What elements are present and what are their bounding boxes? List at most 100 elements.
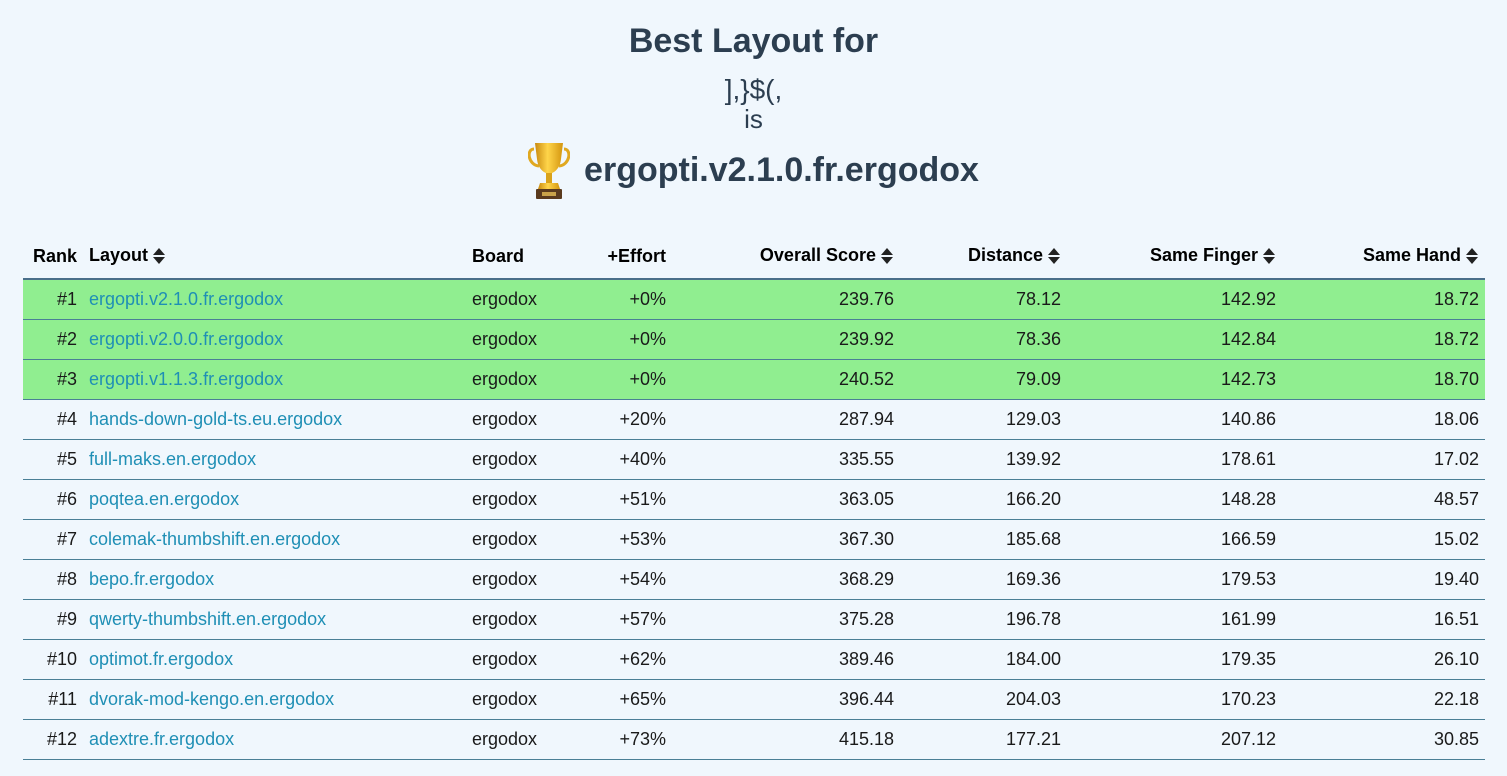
layout-cell[interactable]: hands-down-gold-ts.eu.ergodox [83, 399, 466, 440]
table-row: #4 hands-down-gold-ts.eu.ergodox ergodox +2… [23, 399, 1485, 440]
layout-cell[interactable]: full-maks.en.ergodox [83, 439, 466, 480]
rank-cell: #11 [23, 679, 83, 720]
column-header-same-hand[interactable]: Same Hand [1282, 234, 1485, 280]
table-row: #8 bepo.fr.ergodox ergodox +54% 368.29 169.36… [23, 559, 1485, 600]
rank-cell: #10 [23, 639, 83, 680]
layout-link[interactable]: colemak-thumbshift.en.ergodox [89, 529, 340, 549]
distance-cell: 78.36 [900, 319, 1067, 360]
distance-cell: 139.92 [900, 439, 1067, 480]
overall-score-cell: 287.94 [672, 399, 900, 440]
layout-cell[interactable]: poqtea.en.ergodox [83, 479, 466, 520]
rank-cell: #8 [23, 559, 83, 600]
same-hand-cell: 48.57 [1282, 479, 1485, 520]
effort-cell: +0% [576, 319, 672, 360]
overall-score-cell: 367.30 [672, 519, 900, 560]
rank-cell: #5 [23, 439, 83, 480]
table-row: #9 qwerty-thumbshift.en.ergodox ergodox +57… [23, 599, 1485, 640]
table-row: #5 full-maks.en.ergodox ergodox +40% 335.55 1… [23, 439, 1485, 480]
layout-link[interactable]: ergopti.v2.1.0.fr.ergodox [89, 289, 283, 309]
layout-cell[interactable]: colemak-thumbshift.en.ergodox [83, 519, 466, 560]
layout-link[interactable]: full-maks.en.ergodox [89, 449, 256, 469]
layout-cell[interactable]: ergopti.v2.1.0.fr.ergodox [83, 279, 466, 320]
effort-cell: +0% [576, 279, 672, 320]
layout-cell[interactable]: ergopti.v2.0.0.fr.ergodox [83, 319, 466, 360]
column-header-same-finger[interactable]: Same Finger [1067, 234, 1282, 280]
board-cell: ergodox [466, 559, 576, 600]
same-finger-cell: 142.92 [1067, 279, 1282, 320]
layout-link[interactable]: hands-down-gold-ts.eu.ergodox [89, 409, 342, 429]
distance-cell: 78.12 [900, 279, 1067, 320]
is-label: is [744, 104, 763, 134]
column-header-overall-score[interactable]: Overall Score [672, 234, 900, 280]
effort-cell: +51% [576, 479, 672, 520]
overall-score-cell: 375.28 [672, 599, 900, 640]
overall-score-cell: 415.18 [672, 719, 900, 760]
distance-cell: 196.78 [900, 599, 1067, 640]
same-finger-cell: 179.53 [1067, 559, 1282, 600]
distance-cell: 177.21 [900, 719, 1067, 760]
effort-cell: +54% [576, 559, 672, 600]
distance-cell: 129.03 [900, 399, 1067, 440]
overall-score-cell: 396.44 [672, 679, 900, 720]
same-finger-cell: 178.61 [1067, 439, 1282, 480]
rank-cell: #4 [23, 399, 83, 440]
layout-link[interactable]: ergopti.v2.0.0.fr.ergodox [89, 329, 283, 349]
same-finger-cell: 166.59 [1067, 519, 1282, 560]
same-finger-cell: 142.84 [1067, 319, 1282, 360]
distance-cell: 166.20 [900, 479, 1067, 520]
table-row: #2 ergopti.v2.0.0.fr.ergodox ergodox +0% 239… [23, 319, 1485, 360]
board-cell: ergodox [466, 719, 576, 760]
column-header-effort: +Effort [576, 234, 672, 280]
distance-cell: 184.00 [900, 639, 1067, 680]
layout-link[interactable]: qwerty-thumbshift.en.ergodox [89, 609, 326, 629]
board-cell: ergodox [466, 679, 576, 720]
table-row: #12 adextre.fr.ergodox ergodox +73% 415.18 17… [23, 719, 1485, 760]
effort-cell: +73% [576, 719, 672, 760]
same-finger-cell: 148.28 [1067, 479, 1282, 520]
sort-arrows-icon[interactable] [1262, 246, 1276, 266]
sort-arrows-icon[interactable] [1047, 246, 1061, 266]
character-set: ],}$(, [724, 74, 783, 105]
layout-link[interactable]: ergopti.v1.1.3.fr.ergodox [89, 369, 283, 389]
overall-score-cell: 239.92 [672, 319, 900, 360]
same-hand-cell: 18.72 [1282, 279, 1485, 320]
table-row: #3 ergopti.v1.1.3.fr.ergodox ergodox +0% 240… [23, 359, 1485, 400]
board-cell: ergodox [466, 439, 576, 480]
layout-link[interactable]: optimot.fr.ergodox [89, 649, 233, 669]
same-hand-cell: 15.02 [1282, 519, 1485, 560]
effort-cell: +57% [576, 599, 672, 640]
layout-link[interactable]: bepo.fr.ergodox [89, 569, 214, 589]
column-header-layout[interactable]: Layout [83, 234, 466, 280]
same-finger-cell: 140.86 [1067, 399, 1282, 440]
sort-arrows-icon[interactable] [1465, 246, 1479, 266]
table-row: #10 optimot.fr.ergodox ergodox +62% 389.46 18… [23, 639, 1485, 680]
layout-link[interactable]: dvorak-mod-kengo.en.ergodox [89, 689, 334, 709]
page-title: Best Layout for [628, 22, 879, 60]
overall-score-cell: 368.29 [672, 559, 900, 600]
rank-cell: #7 [23, 519, 83, 560]
column-header-rank: Rank [23, 234, 83, 280]
distance-cell: 169.36 [900, 559, 1067, 600]
column-header-distance[interactable]: Distance [900, 234, 1067, 280]
distance-cell: 79.09 [900, 359, 1067, 400]
board-cell: ergodox [466, 639, 576, 680]
sort-arrows-icon[interactable] [880, 246, 894, 266]
sort-arrows-icon[interactable] [152, 246, 166, 266]
layout-cell[interactable]: qwerty-thumbshift.en.ergodox [83, 599, 466, 640]
layout-cell[interactable]: optimot.fr.ergodox [83, 639, 466, 680]
layout-cell[interactable]: bepo.fr.ergodox [83, 559, 466, 600]
same-hand-cell: 16.51 [1282, 599, 1485, 640]
layout-link[interactable]: adextre.fr.ergodox [89, 729, 234, 749]
layout-cell[interactable]: dvorak-mod-kengo.en.ergodox [83, 679, 466, 720]
winner-layout-name: ergopti.v2.1.0.fr.ergodox [584, 150, 979, 189]
table-row: #7 colemak-thumbshift.en.ergodox ergodox +5… [23, 519, 1485, 560]
effort-cell: +65% [576, 679, 672, 720]
layout-link[interactable]: poqtea.en.ergodox [89, 489, 239, 509]
same-hand-cell: 19.40 [1282, 559, 1485, 600]
layout-ranking-table: Rank Layout Board +Effort Overall Score … [23, 234, 1485, 760]
rank-cell: #12 [23, 719, 83, 760]
effort-cell: +62% [576, 639, 672, 680]
rank-cell: #6 [23, 479, 83, 520]
layout-cell[interactable]: adextre.fr.ergodox [83, 719, 466, 760]
layout-cell[interactable]: ergopti.v1.1.3.fr.ergodox [83, 359, 466, 400]
